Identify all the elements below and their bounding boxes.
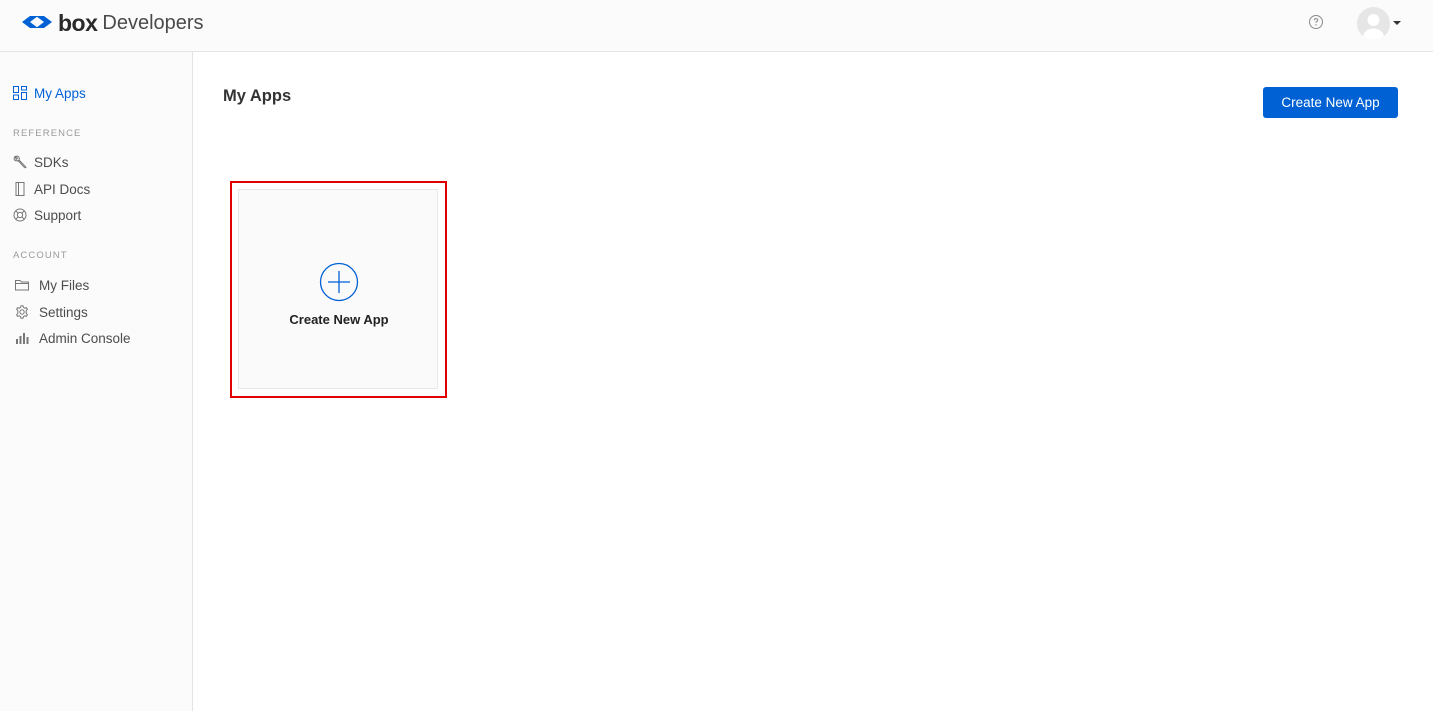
apps-grid-icon xyxy=(13,86,27,100)
sidebar-item-my-apps[interactable]: My Apps xyxy=(13,83,86,103)
sidebar-item-settings[interactable]: Settings xyxy=(13,302,88,322)
sidebar-item-label: API Docs xyxy=(34,181,91,197)
page-title: My Apps xyxy=(223,87,292,105)
document-icon xyxy=(15,182,25,196)
caret-down-icon xyxy=(1393,21,1401,25)
box-logo-icon xyxy=(22,16,52,28)
reference-section-heading: REFERENCE xyxy=(13,128,82,139)
top-header: box Developers xyxy=(0,0,1433,52)
sidebar-item-api-docs[interactable]: API Docs xyxy=(13,179,90,199)
sidebar-item-my-files[interactable]: My Files xyxy=(13,275,89,295)
sidebar-item-label: SDKs xyxy=(34,154,69,170)
sidebar-item-label: Admin Console xyxy=(39,330,131,346)
create-new-app-card[interactable]: Create New App xyxy=(238,189,438,389)
sidebar-item-support[interactable]: Support xyxy=(13,205,81,225)
sidebar-item-label: My Files xyxy=(39,277,90,293)
brand-logo-link[interactable]: box Developers xyxy=(22,9,204,37)
brand-name: box xyxy=(58,9,98,36)
sidebar-item-label: My Apps xyxy=(34,85,86,101)
gear-icon xyxy=(15,305,29,319)
sidebar-item-label: Support xyxy=(34,207,82,223)
sidebar-item-admin-console[interactable]: Admin Console xyxy=(13,328,131,348)
account-section-heading: ACCOUNT xyxy=(13,250,68,261)
sidebar-item-label: Settings xyxy=(39,304,88,320)
wrench-icon xyxy=(13,155,27,169)
bar-chart-icon xyxy=(16,333,29,344)
user-avatar-icon xyxy=(1357,6,1390,40)
plus-circle-icon xyxy=(319,262,359,302)
account-menu-toggle[interactable] xyxy=(1357,6,1401,40)
question-circle-icon[interactable] xyxy=(1308,14,1324,30)
sidebar-item-sdks[interactable]: SDKs xyxy=(13,152,69,172)
lifebuoy-icon xyxy=(13,208,27,222)
brand-subtitle: Developers xyxy=(102,11,204,34)
folder-icon xyxy=(15,280,29,291)
create-new-app-button[interactable]: Create New App xyxy=(1263,87,1398,118)
card-label: Create New App xyxy=(289,312,389,327)
sidebar: My Apps REFERENCE SDKs API Docs Support … xyxy=(0,52,193,711)
